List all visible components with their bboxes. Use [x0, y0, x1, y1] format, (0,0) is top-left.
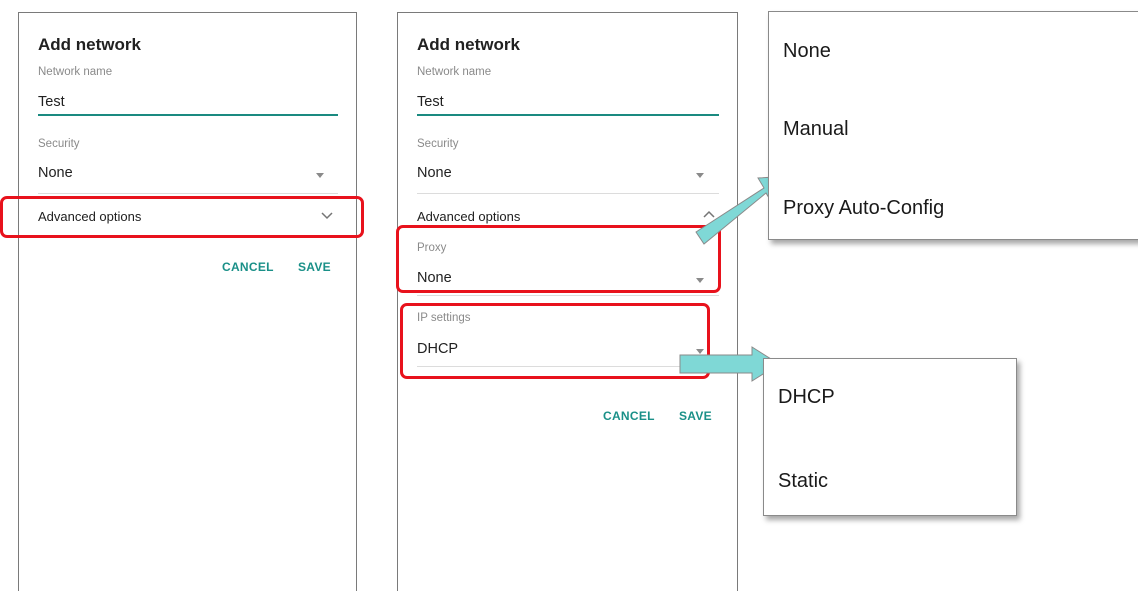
proxy-option-none[interactable]: None: [783, 40, 831, 63]
proxy-option-manual[interactable]: Manual: [783, 118, 849, 141]
proxy-options-menu: None Manual Proxy Auto-Config: [768, 11, 1138, 240]
proxy-option-auto-config[interactable]: Proxy Auto-Config: [783, 197, 944, 220]
ip-option-static[interactable]: Static: [778, 470, 828, 493]
ip-settings-options-menu: DHCP Static: [763, 358, 1017, 516]
ip-option-dhcp[interactable]: DHCP: [778, 386, 835, 409]
